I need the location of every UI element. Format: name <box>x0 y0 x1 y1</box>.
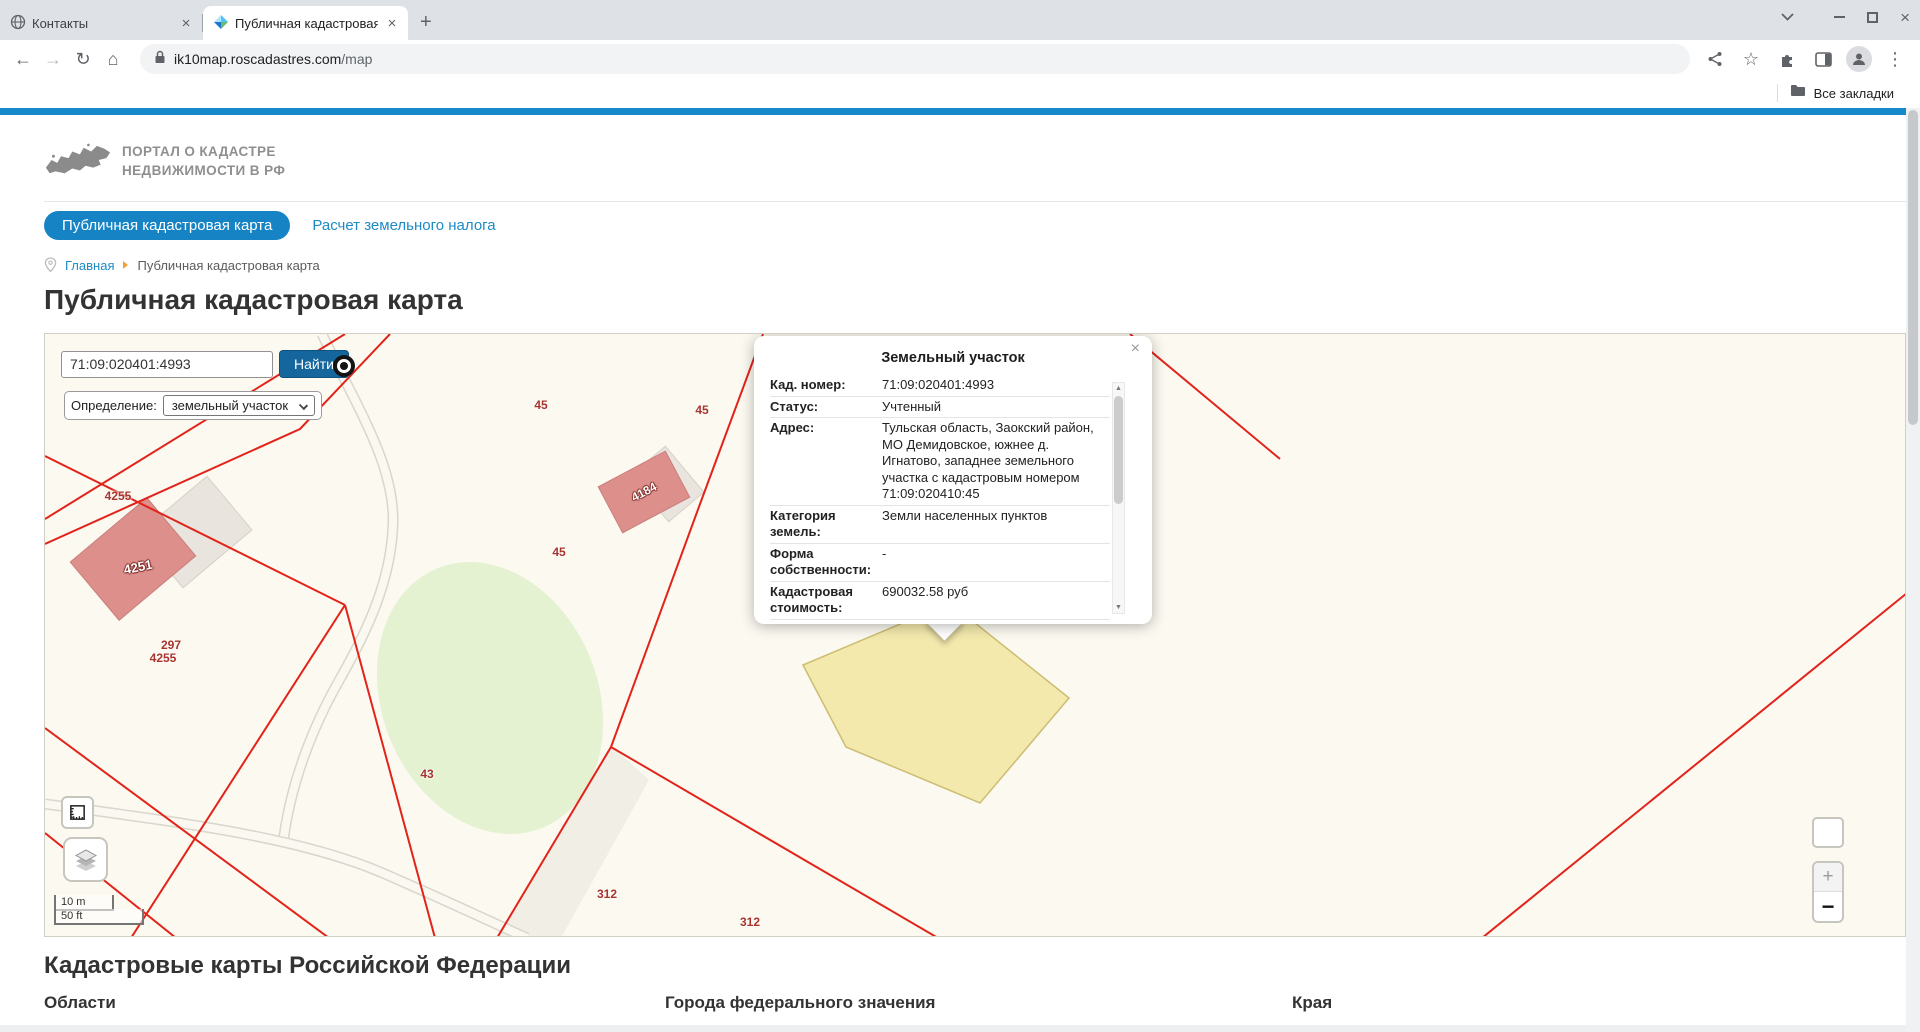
nav-tab-land-tax-calc[interactable]: Расчет земельного налога <box>312 217 495 234</box>
all-bookmarks-label[interactable]: Все закладки <box>1814 86 1894 101</box>
parcel-label: 45 <box>695 403 708 417</box>
url-text: ik10map.roscadastres.com/map <box>174 51 372 67</box>
site-favicon <box>213 14 229 33</box>
window-minimize-button[interactable] <box>1834 16 1845 18</box>
popup-title: Земельный участок <box>754 350 1152 366</box>
popup-scrollbar[interactable]: ▲ ▼ <box>1112 382 1125 614</box>
cadastral-map[interactable]: 4255 4251 297 4255 4184 45 45 45 43 312 … <box>44 333 1906 937</box>
browser-tab-strip: Контакты × Публичная кадастровая ка × + … <box>0 0 1920 40</box>
breadcrumb: Главная Публичная кадастровая карта <box>44 257 1906 273</box>
parcel-attributes-table: Кад. номер: 71:09:020401:4993 Статус: Уч… <box>770 375 1110 624</box>
header-divider <box>44 201 1906 202</box>
object-type-select[interactable]: земельный участок <box>163 395 315 416</box>
breadcrumb-arrow-icon <box>123 261 128 269</box>
bookmarks-bar: Все закладки <box>0 78 1920 108</box>
tab-search-chevron-icon[interactable] <box>1781 8 1794 26</box>
page-title: Публичная кадастровая карта <box>44 284 1906 316</box>
page-scrollbar-thumb[interactable] <box>1908 110 1918 425</box>
fullscreen-button[interactable] <box>1812 817 1844 848</box>
parcel-label: 45 <box>534 398 547 412</box>
tab-title: Публичная кадастровая ка <box>235 16 378 31</box>
table-row: Адрес: Тульская область, Заокский район,… <box>770 418 1110 506</box>
table-row: Статус: Учтенный <box>770 397 1110 419</box>
russia-map-logo-icon <box>44 139 112 183</box>
mouse-cursor-indicator <box>333 355 355 377</box>
home-button[interactable]: ⌂ <box>98 44 128 74</box>
forward-button[interactable]: → <box>38 44 68 74</box>
footer-column-federal-cities: Города федерального значения <box>665 993 1292 1013</box>
lock-icon <box>154 50 166 69</box>
map-pin-icon <box>44 257 57 273</box>
window-maximize-button[interactable] <box>1867 12 1878 23</box>
cadastral-number-input[interactable] <box>61 351 273 378</box>
map-scale-bar: 10 m 50 ft <box>54 895 144 925</box>
breadcrumb-current: Публичная кадастровая карта <box>137 258 319 273</box>
address-bar[interactable]: ik10map.roscadastres.com/map <box>140 44 1690 74</box>
tab-close-icon[interactable]: × <box>384 15 400 32</box>
extensions-puzzle-icon[interactable] <box>1774 44 1800 74</box>
nav-tab-public-cadastral-map[interactable]: Публичная кадастровая карта <box>44 211 290 240</box>
footer-columns: Области Города федерального значения Кра… <box>44 993 1906 1013</box>
parcel-label: 43 <box>420 767 433 781</box>
map-search: Найти <box>61 350 349 378</box>
parcel-label: 312 <box>740 915 760 929</box>
layers-icon <box>73 847 99 873</box>
parcel-label: 4255 <box>150 651 177 665</box>
table-row: Уточненная площадь: 1758 кв.м <box>770 620 1110 625</box>
browser-tab-contacts[interactable]: Контакты × <box>0 6 202 40</box>
bookmarks-folder-icon <box>1790 84 1806 102</box>
bookmarks-separator <box>1777 84 1778 102</box>
measure-icon <box>68 803 87 822</box>
site-logo[interactable]: ПОРТАЛ О КАДАСТРЕ НЕДВИЖИМОСТИ В РФ <box>44 135 1906 187</box>
browser-tab-cadastral-map[interactable]: Публичная кадастровая ка × <box>203 6 408 40</box>
back-button[interactable]: ← <box>8 44 38 74</box>
page-scrollbar[interactable] <box>1906 108 1920 1032</box>
globe-icon <box>10 14 26 33</box>
scroll-up-icon[interactable]: ▲ <box>1113 383 1124 394</box>
zoom-control: + − <box>1812 861 1844 923</box>
profile-avatar[interactable] <box>1846 46 1872 72</box>
table-row: Кад. номер: 71:09:020401:4993 <box>770 375 1110 397</box>
site-logo-text: ПОРТАЛ О КАДАСТРЕ НЕДВИЖИМОСТИ В РФ <box>122 142 285 180</box>
side-panel-icon[interactable] <box>1810 44 1836 74</box>
footer-strip <box>0 1025 1906 1032</box>
browser-toolbar: ← → ↻ ⌂ ik10map.roscadastres.com/map ☆ ⋮ <box>0 40 1920 78</box>
tab-close-icon[interactable]: × <box>178 15 194 32</box>
new-tab-button[interactable]: + <box>420 11 432 34</box>
table-row: Категория земель: Земли населенных пункт… <box>770 506 1110 544</box>
scale-feet: 50 ft <box>54 909 144 925</box>
scroll-down-icon[interactable]: ▼ <box>1113 602 1124 613</box>
measure-tool-button[interactable] <box>61 796 94 829</box>
popup-scrollbar-thumb[interactable] <box>1114 396 1123 504</box>
popup-close-icon[interactable]: × <box>1131 341 1140 357</box>
share-icon[interactable] <box>1702 44 1728 74</box>
layers-button[interactable] <box>63 837 108 882</box>
parcel-label: 297 <box>161 638 181 652</box>
footer-column-regions: Области <box>44 993 665 1013</box>
browser-menu-kebab-icon[interactable]: ⋮ <box>1882 44 1908 74</box>
chevron-down-icon <box>299 401 308 410</box>
object-type-filter: Определение: земельный участок <box>64 391 322 420</box>
table-row: Форма собственности: - <box>770 544 1110 582</box>
zoom-out-button[interactable]: − <box>1814 892 1842 921</box>
footer-heading: Кадастровые карты Российской Федерации <box>44 952 1906 980</box>
breadcrumb-home-link[interactable]: Главная <box>65 258 114 273</box>
zoom-in-button[interactable]: + <box>1814 863 1842 892</box>
filter-label: Определение: <box>71 398 157 413</box>
parcel-label: 312 <box>597 887 617 901</box>
site-accent-bar <box>0 108 1906 115</box>
parcel-label: 45 <box>552 545 565 559</box>
parcel-label: 4255 <box>105 489 132 503</box>
tab-title: Контакты <box>32 16 172 31</box>
table-row: Кадастровая стоимость: 690032.58 руб <box>770 582 1110 620</box>
bookmark-star-icon[interactable]: ☆ <box>1738 44 1764 74</box>
footer-column-krais: Края <box>1292 993 1332 1013</box>
parcel-info-popup: × Земельный участок Кад. номер: 71:09:02… <box>754 336 1152 624</box>
site-nav: Публичная кадастровая карта Расчет земел… <box>44 211 1906 240</box>
window-close-button[interactable]: × <box>1900 12 1910 23</box>
reload-button[interactable]: ↻ <box>68 44 98 74</box>
